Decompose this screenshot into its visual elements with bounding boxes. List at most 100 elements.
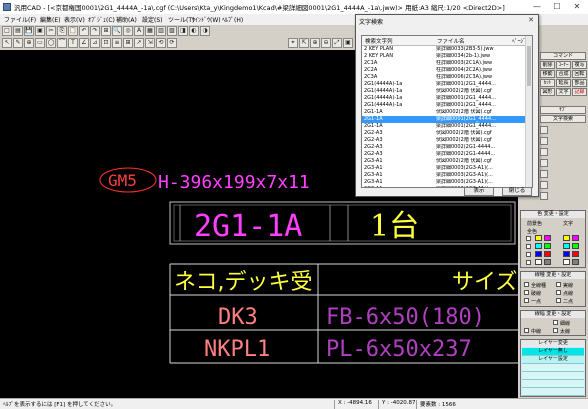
command-button[interactable]: 複写 [572, 61, 587, 69]
toolbar-button[interactable]: T [68, 38, 78, 48]
toolbar-button[interactable]: ◐ [189, 26, 199, 36]
menu-settings[interactable]: 設定(S) [142, 15, 163, 24]
menu-file[interactable]: ファイル(F) [4, 15, 36, 24]
menu-view[interactable]: 表示(V) [64, 15, 85, 24]
toolbar-button[interactable]: ▥ [156, 26, 166, 36]
command-button[interactable]: 図形 [540, 88, 555, 96]
layer-row[interactable]: レイヤー設定 [522, 356, 584, 364]
command-button[interactable]: 部品 [572, 79, 587, 87]
list-item[interactable]: 2G3-A1梁詳細0003(2G3-A1)(... [362, 179, 528, 186]
linetype-checkbox[interactable] [556, 298, 561, 303]
toolbar-button[interactable]: 🔍 [112, 26, 122, 36]
command-button[interactable]: 延長 [556, 79, 571, 87]
toolbar-button[interactable]: ⊞ [123, 38, 133, 48]
list-item[interactable]: 2G3-A1梁詳細0003(2G3-A1)(... [362, 172, 528, 179]
list-item[interactable]: 2G1(4444A)-1a 梁詳細0001(2G1_4444... [362, 95, 528, 102]
command-button[interactable]: 削除 [540, 61, 555, 69]
color-swatch[interactable] [544, 251, 551, 257]
text-color-swatch[interactable] [572, 243, 579, 249]
toolbar-button[interactable]: ∠ [79, 38, 89, 48]
list-item[interactable]: 2G2-A3 伏図0002(2階 伏図).cgf [362, 130, 528, 137]
toolbar-button[interactable]: ⊕ [310, 38, 320, 48]
color-swatch[interactable] [544, 259, 551, 265]
color-swatch[interactable] [535, 259, 542, 265]
toolbar-button[interactable]: ⟲ [156, 38, 166, 48]
toolbar-button[interactable]: ⎘ [57, 26, 67, 36]
toolbar-button[interactable]: 📋 [68, 26, 78, 36]
toolbar-button[interactable]: 💾 [24, 26, 34, 36]
show-button[interactable]: 表示 [464, 187, 494, 196]
list-item[interactable]: 2G3-A1 伏図0002(2階 伏図).cgf [362, 158, 528, 165]
list-item[interactable]: 2G2-A3 梁詳細0002(2G1-4444... [362, 144, 528, 151]
toolbar-button[interactable]: ▣ [35, 26, 45, 36]
text-color-swatch[interactable] [572, 251, 579, 257]
linewidth-checkbox[interactable] [524, 328, 529, 333]
toolbar-button[interactable]: ↷ [90, 26, 100, 36]
toolbar-button[interactable]: ▣ [343, 38, 353, 48]
toolbar-button[interactable]: ▭ [35, 38, 45, 48]
menu-tools[interactable]: ツール(T) [168, 15, 194, 24]
list-item[interactable]: 2G2-A3 伏図0002(2階 伏図).cgf [362, 137, 528, 144]
text-color-swatch[interactable] [572, 235, 579, 241]
text-color-swatch[interactable] [563, 251, 570, 257]
list-item[interactable]: 2C2A 柱詳細0004(2C2A).jww [362, 67, 528, 74]
text-color-swatch[interactable] [572, 259, 579, 265]
list-item[interactable]: 2C3A 柱詳細0006(2C3A).jww [362, 74, 528, 81]
dialog-close-icon[interactable]: ✕ [526, 16, 536, 24]
toolbar-button[interactable]: ⊿ [90, 38, 100, 48]
toolbar-button[interactable]: ✎ [13, 38, 23, 48]
list-header-text[interactable]: 検索文字列 [365, 37, 393, 45]
toolbar-button[interactable]: ▦ [145, 26, 155, 36]
side-button[interactable] [540, 159, 548, 167]
toolbar-button[interactable]: ≡ [112, 38, 122, 48]
list-item[interactable]: 2G1-1A 梁詳細0001(2G1_4444... [362, 123, 528, 130]
list-item[interactable]: 2G2-A3 梁詳細0002(2G1-4444... [362, 151, 528, 158]
list-item[interactable]: 2C1A 柱詳細0003(2C1A).jww [362, 60, 528, 67]
side-button[interactable] [540, 181, 548, 189]
toolbar-button[interactable]: ⊕ [24, 38, 34, 48]
list-scrollbar[interactable] [525, 36, 532, 187]
close-dialog-button[interactable]: 閉じる [502, 187, 532, 196]
toolbar-button[interactable]: ⇲ [145, 38, 155, 48]
command-button[interactable]: 回転 [572, 70, 587, 78]
command-button[interactable]: 記録 [572, 88, 587, 96]
list-item[interactable]: 2 KEY PLAN 梁詳細0033(2B3-5).jww [362, 46, 528, 53]
toolbar-button[interactable]: ↶ [79, 26, 89, 36]
toolbar-button[interactable]: A [134, 26, 144, 36]
command-button[interactable]: 文字 [556, 88, 571, 96]
side-button[interactable] [540, 126, 548, 134]
list-item[interactable]: 2 KEY PLAN 梁詳細0034(2b-1).jww [362, 53, 528, 60]
toolbar-button[interactable]: ⤢ [332, 38, 342, 48]
toolbar-button[interactable]: ⇱ [299, 38, 309, 48]
list-item[interactable]: 2G1(4444A)-1a 伏図0002(2階 伏図).cgf [362, 88, 528, 95]
command-button[interactable]: 合成 [556, 70, 571, 78]
linetype-checkbox[interactable] [524, 290, 529, 295]
layer-row[interactable] [522, 372, 584, 380]
text-color-swatch[interactable] [563, 235, 570, 241]
color-swatch[interactable] [544, 235, 551, 241]
toolbar-button[interactable]: ⌒ [57, 38, 67, 48]
sub-button-text-search[interactable]: 文字検索 [540, 115, 586, 123]
linetype-checkbox[interactable] [556, 282, 561, 287]
toolbar-button[interactable]: ◎ [123, 26, 133, 36]
linewidth-checkbox[interactable] [553, 328, 558, 333]
toolbar-button[interactable]: ↖ [2, 38, 12, 48]
layer-row[interactable] [522, 364, 584, 372]
color-checkbox[interactable] [526, 244, 531, 249]
linewidth-checkbox[interactable] [553, 320, 558, 325]
menu-window[interactable]: ｳｲﾝﾄﾞｳ(W) [192, 15, 221, 24]
list-item[interactable]: 2G3-A1梁詳細0003(2G3-A1)(... [362, 165, 528, 172]
layer-row[interactable]: レイヤー無し [522, 348, 584, 356]
list-item[interactable]: 2G1-1A 梁詳細0001(2G1_4444... [362, 116, 528, 123]
toolbar-button[interactable]: ▤ [13, 26, 23, 36]
color-swatch[interactable] [535, 251, 542, 257]
search-result-list[interactable]: 検索文字列 ファイル名 ﾍﾟｰｼﾞ 2 KEY PLAN 梁詳細0033(2B3-… [361, 35, 533, 188]
command-button[interactable]: ｺｰﾅｰ [556, 61, 571, 69]
toolbar-button[interactable]: □ [2, 26, 12, 36]
layer-row[interactable] [522, 388, 584, 396]
color-swatch[interactable] [535, 243, 542, 249]
command-button[interactable]: 移動 [540, 70, 555, 78]
layer-row[interactable] [522, 380, 584, 388]
side-button[interactable] [540, 137, 548, 145]
list-item[interactable]: 2G1-1A 伏図0002(2階 伏図).cgf [362, 109, 528, 116]
